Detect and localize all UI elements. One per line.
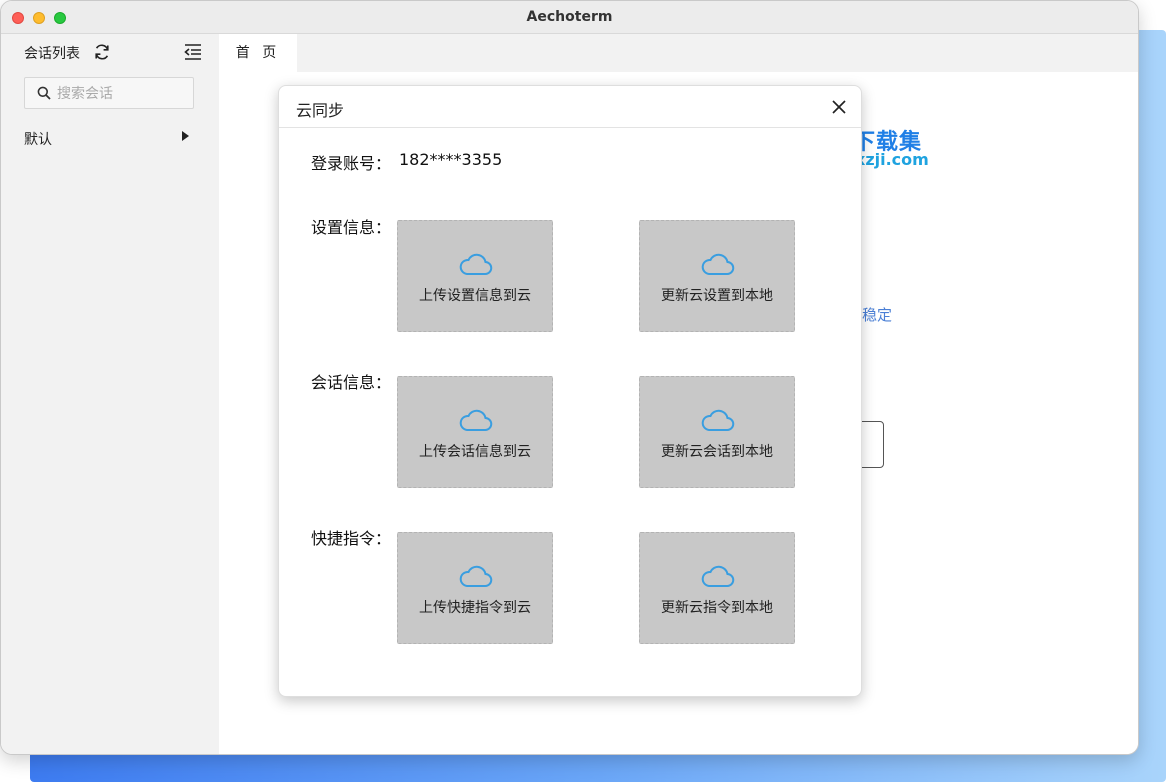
upload-shortcuts-button[interactable]: 上传快捷指令到云 [397,532,553,644]
title-bar: Aechoterm [1,1,1138,34]
download-sessions-button[interactable]: 更新云会话到本地 [639,376,795,488]
section-label-shortcuts: 快捷指令： [311,529,392,548]
search-icon [37,86,51,100]
session-group-default[interactable]: 默认 [24,129,199,151]
tab-bar: 首 页 [219,34,1138,72]
section-label-sessions: 会话信息： [311,373,392,392]
session-search-input[interactable] [57,84,187,104]
watermark-en-text: xzji.com [855,150,929,169]
cloud-icon [459,253,493,275]
refresh-icon[interactable] [92,42,112,62]
dialog-header: 云同步 [279,86,861,128]
dialog-title: 云同步 [296,101,345,120]
cloud-icon [701,409,735,431]
session-group-label: 默认 [24,132,52,148]
cloud-icon [701,565,735,587]
window-title: Aechoterm [526,9,613,25]
account-value: 182****3355 [399,150,503,169]
section-label-settings: 设置信息： [311,218,392,237]
cloud-icon [459,409,493,431]
sidebar: 会话列表 默认 [1,34,219,754]
upload-sessions-button[interactable]: 上传会话信息到云 [397,376,553,488]
card-label: 上传会话信息到云 [419,444,531,460]
upload-settings-button[interactable]: 上传设置信息到云 [397,220,553,332]
close-icon[interactable] [829,97,849,117]
download-shortcuts-button[interactable]: 更新云指令到本地 [639,532,795,644]
download-settings-button[interactable]: 更新云设置到本地 [639,220,795,332]
collapse-sidebar-icon[interactable] [183,42,203,62]
card-label: 更新云会话到本地 [661,444,773,460]
background-link-text[interactable]: 稳定 [862,304,892,325]
sidebar-title: 会话列表 [24,46,80,62]
account-label: 登录账号： [311,154,392,173]
card-label: 上传快捷指令到云 [419,600,531,616]
card-label: 更新云设置到本地 [661,288,773,304]
cloud-icon [701,253,735,275]
cloud-icon [459,565,493,587]
tab-home[interactable]: 首 页 [219,34,297,72]
cloud-sync-dialog: 云同步 登录账号： 182****3355 设置信息： 上传设置信息到云 更新云… [278,85,862,697]
expand-arrow-icon[interactable] [182,131,189,141]
card-label: 更新云指令到本地 [661,600,773,616]
card-label: 上传设置信息到云 [419,288,531,304]
session-search-box[interactable] [24,77,194,109]
